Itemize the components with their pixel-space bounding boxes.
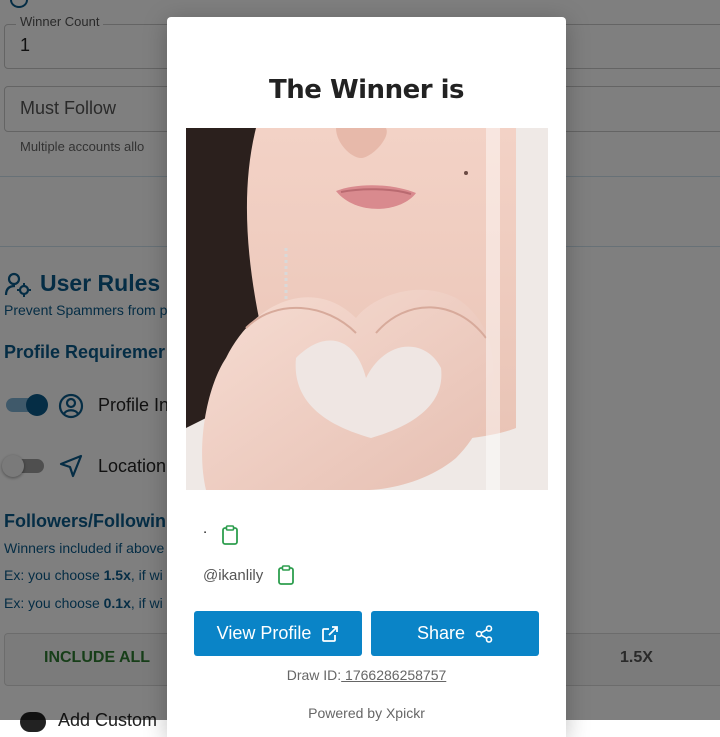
winner-modal: The Winner is . @ikanlily View Profile S… [167,17,566,737]
winner-name-row: . [203,511,239,545]
winner-profile-photo [186,128,548,490]
clipboard-icon[interactable] [221,525,239,545]
winner-name: . [203,519,208,537]
draw-id: Draw ID: 1766286258757 [167,667,566,683]
share-button[interactable]: Share [371,611,539,656]
clipboard-icon[interactable] [277,565,295,585]
draw-id-link[interactable]: 1766286258757 [341,667,446,683]
view-profile-button[interactable]: View Profile [194,611,362,656]
draw-id-label: Draw ID: [286,667,342,683]
winner-handle: @ikanlily [203,566,264,584]
view-profile-label: View Profile [216,623,312,643]
share-icon [475,624,493,643]
external-link-icon [322,625,339,642]
share-label: Share [416,623,466,643]
modal-title: The Winner is [269,75,464,105]
powered-by: Powered by Xpickr [308,705,425,721]
winner-handle-row: @ikanlily [203,565,295,585]
